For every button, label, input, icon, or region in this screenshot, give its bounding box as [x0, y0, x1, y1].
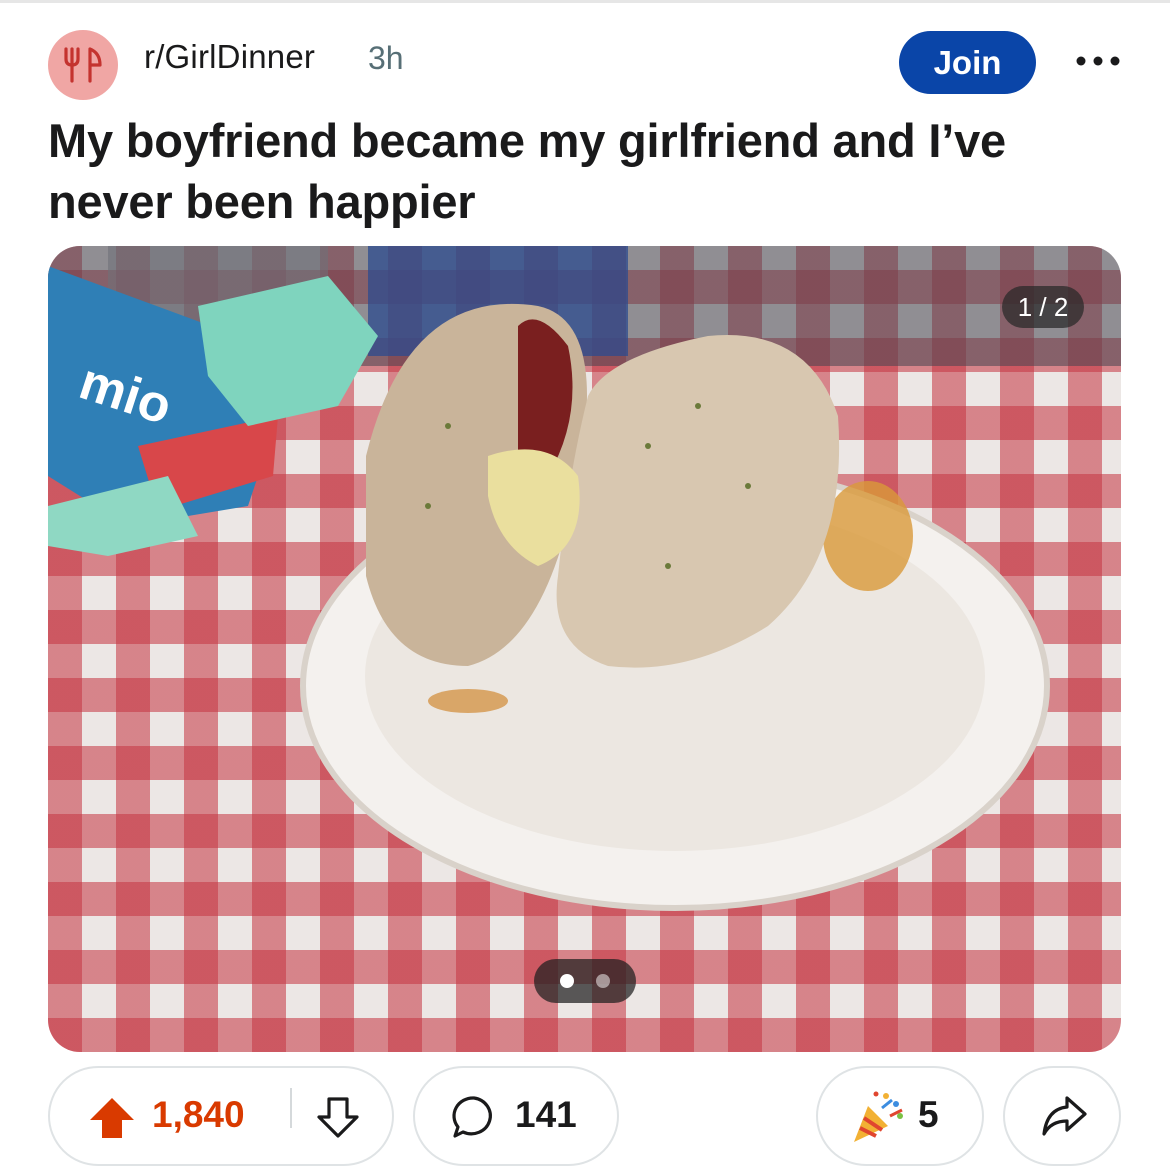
carousel-dot-active[interactable]	[560, 974, 574, 988]
post-title[interactable]: My boyfriend became my girlfriend and I’…	[48, 110, 1128, 232]
downvote-arrow-icon[interactable]	[316, 1096, 360, 1140]
food-photo: mio	[48, 246, 1121, 911]
vote-bar: 1,840	[48, 1066, 394, 1166]
more-options-button[interactable]	[1068, 46, 1128, 76]
image-counter: 1 / 2	[1002, 286, 1084, 328]
top-divider	[0, 0, 1170, 3]
share-arrow-icon	[1042, 1096, 1087, 1136]
post-age: 3h	[368, 40, 404, 76]
comment-count: 141	[515, 1094, 577, 1135]
party-popper-icon	[854, 1091, 903, 1142]
join-button[interactable]: Join	[899, 31, 1036, 94]
carousel-dot[interactable]	[596, 974, 610, 988]
subreddit-name[interactable]: r/GirlDinner	[144, 38, 315, 76]
upvote-count: 1,840	[152, 1094, 245, 1135]
vote-divider	[290, 1088, 292, 1128]
fork-knife-icon	[64, 47, 102, 83]
award-button[interactable]: 5	[816, 1066, 984, 1166]
share-button[interactable]	[1003, 1066, 1121, 1166]
upvote-arrow-icon[interactable]	[88, 1096, 136, 1140]
subreddit-avatar[interactable]	[48, 30, 118, 100]
post-image-carousel[interactable]: mio 1 / 2	[48, 246, 1121, 1052]
award-count: 5	[918, 1094, 939, 1135]
carousel-dots[interactable]	[534, 959, 636, 1003]
more-dots-icon	[1076, 56, 1120, 66]
comments-button[interactable]: 141	[413, 1066, 619, 1166]
post-header: r/GirlDinner 3h Join	[48, 26, 1124, 100]
comment-bubble-icon	[452, 1096, 492, 1138]
